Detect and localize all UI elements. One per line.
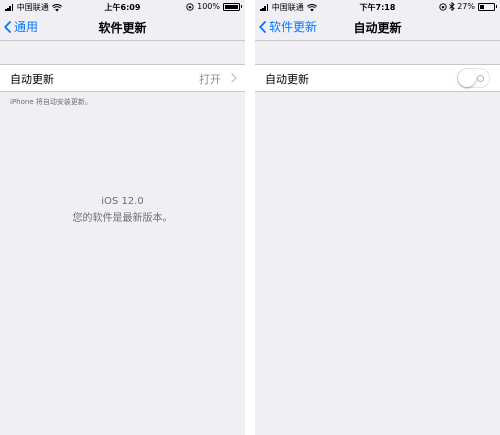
status-bar: 中国联通 上午6:09 100% — [0, 0, 245, 14]
page-title: 自动更新 — [353, 21, 402, 35]
battery-icon — [223, 2, 242, 11]
status-bar: 中国联通 下午7:18 27% — [255, 0, 500, 14]
battery-percentage: 27% — [457, 2, 475, 11]
auto-update-row[interactable]: 自动更新 打开 — [0, 64, 245, 92]
navigation-bar: 软件更新 自动更新 — [255, 14, 500, 41]
auto-update-label: 自动更新 — [265, 73, 309, 86]
right-phone-screen: 中国联通 下午7:18 27% 软件更新 自动更新 自动更新 — [255, 0, 500, 435]
page-title: 软件更新 — [98, 21, 147, 35]
bluetooth-icon — [449, 2, 455, 11]
up-to-date-message: 您的软件是最新版本。 — [72, 213, 173, 224]
version-info: iOS 12.0 您的软件是最新版本。 — [0, 196, 245, 224]
auto-update-toggle[interactable] — [457, 68, 490, 88]
toggle-off-indicator-icon — [477, 75, 484, 82]
left-phone-screen: 中国联通 上午6:09 100% 通用 软件更新 自动更新 打开 iPhone … — [0, 0, 245, 435]
ios-version: iOS 12.0 — [101, 196, 144, 207]
battery-percentage: 100% — [197, 2, 220, 11]
orientation-lock-icon — [439, 2, 447, 11]
toggle-knob — [458, 69, 476, 87]
auto-update-value: 打开 — [199, 73, 221, 86]
chevron-right-icon — [231, 73, 237, 83]
auto-update-footnote: iPhone 将自动安装更新。 — [10, 98, 92, 106]
navigation-bar: 通用 软件更新 — [0, 14, 245, 41]
orientation-lock-icon — [186, 2, 194, 11]
auto-update-label: 自动更新 — [10, 73, 54, 86]
auto-update-row: 自动更新 — [255, 64, 500, 92]
battery-icon — [478, 2, 497, 11]
